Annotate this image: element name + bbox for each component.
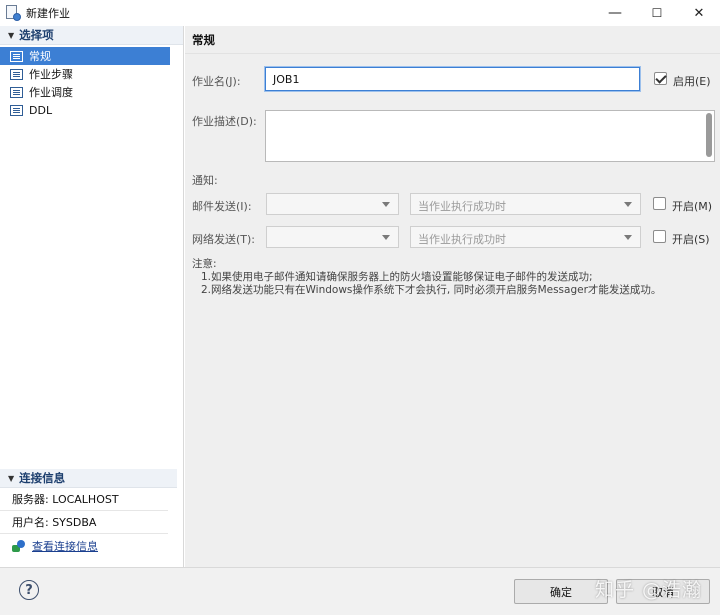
mail-condition-select[interactable]: 当作业执行成功时 bbox=[410, 193, 641, 215]
note-line-2: 2.网络发送功能只有在Windows操作系统下才会执行, 同时必须开启服务Mes… bbox=[201, 284, 662, 296]
textarea-scrollbar[interactable] bbox=[706, 113, 712, 157]
chevron-down-icon bbox=[382, 235, 390, 240]
sidebar-item-job-steps[interactable]: 作业步骤 bbox=[0, 65, 170, 83]
dialog-footer: ? 确定 取消 知乎 @浩瀚 bbox=[0, 567, 720, 615]
sidebar-item-label: 常规 bbox=[29, 50, 51, 63]
net-open-checkbox[interactable] bbox=[653, 230, 666, 243]
net-send-label: 网络发送(T): bbox=[192, 233, 256, 246]
connection-section-title: 连接信息 bbox=[19, 471, 66, 485]
chevron-down-icon bbox=[624, 202, 632, 207]
job-name-input[interactable]: JOB1 bbox=[265, 67, 640, 91]
mail-open-label: 开启(M) bbox=[672, 200, 713, 213]
sidebar-item-label: 作业步骤 bbox=[29, 68, 73, 81]
mail-operator-select[interactable] bbox=[266, 193, 399, 215]
minimize-button[interactable]: — bbox=[594, 0, 636, 26]
sidebar-item-job-schedule[interactable]: 作业调度 bbox=[0, 83, 170, 101]
list-icon bbox=[10, 86, 23, 98]
sidebar-item-label: DDL bbox=[29, 103, 53, 117]
sidebar: ▼ 选择项 常规 作业步骤 作业调度 DDL ▼ 连接信息 服务器: LOCAL… bbox=[0, 26, 184, 567]
sidebar-item-ddl[interactable]: DDL bbox=[0, 101, 170, 119]
note-title: 注意: bbox=[192, 258, 217, 270]
close-button[interactable]: ✕ bbox=[678, 0, 720, 26]
connection-section-header[interactable]: ▼ 连接信息 bbox=[0, 469, 177, 488]
options-tree: 常规 作业步骤 作业调度 DDL bbox=[0, 45, 183, 119]
job-name-value: JOB1 bbox=[273, 73, 300, 86]
window-controls: — ☐ ✕ bbox=[594, 0, 720, 26]
mail-send-label: 邮件发送(I): bbox=[192, 200, 252, 213]
main-panel: 常规 作业名(J): JOB1 启用(E) 作业描述(D): 通知: 邮件发送(… bbox=[185, 26, 720, 567]
job-app-icon bbox=[5, 5, 21, 21]
net-operator-select[interactable] bbox=[266, 226, 399, 248]
net-open-label: 开启(S) bbox=[672, 233, 710, 246]
enable-label: 启用(E) bbox=[673, 75, 711, 88]
list-icon bbox=[10, 50, 23, 62]
sidebar-item-general[interactable]: 常规 bbox=[0, 47, 170, 65]
net-condition-select[interactable]: 当作业执行成功时 bbox=[410, 226, 641, 248]
ok-button[interactable]: 确定 bbox=[514, 579, 608, 604]
user-info: 用户名: SYSDBA bbox=[0, 511, 168, 534]
sidebar-item-label: 作业调度 bbox=[29, 86, 73, 99]
job-name-label: 作业名(J): bbox=[192, 75, 241, 88]
view-connection-label: 查看连接信息 bbox=[32, 540, 98, 553]
options-section-header[interactable]: ▼ 选择项 bbox=[0, 26, 183, 45]
server-info: 服务器: LOCALHOST bbox=[0, 488, 168, 511]
notify-label: 通知: bbox=[192, 174, 218, 187]
connection-icon bbox=[12, 540, 26, 552]
mail-open-checkbox[interactable] bbox=[653, 197, 666, 210]
window-title: 新建作业 bbox=[26, 7, 70, 20]
enable-checkbox[interactable] bbox=[654, 72, 667, 85]
page-title: 常规 bbox=[185, 26, 720, 54]
chevron-down-icon bbox=[382, 202, 390, 207]
title-bar: 新建作业 — ☐ ✕ bbox=[0, 0, 720, 26]
list-icon bbox=[10, 104, 23, 116]
help-icon[interactable]: ? bbox=[19, 580, 39, 600]
job-desc-label: 作业描述(D): bbox=[192, 115, 257, 128]
collapse-triangle-icon: ▼ bbox=[8, 30, 15, 40]
chevron-down-icon bbox=[624, 235, 632, 240]
view-connection-link[interactable]: 查看连接信息 bbox=[0, 534, 184, 558]
list-icon bbox=[10, 68, 23, 80]
maximize-button[interactable]: ☐ bbox=[636, 0, 678, 26]
connection-info-panel: ▼ 连接信息 服务器: LOCALHOST 用户名: SYSDBA 查看连接信息 bbox=[0, 469, 184, 558]
options-section-title: 选择项 bbox=[19, 28, 54, 42]
note-line-1: 1.如果使用电子邮件通知请确保服务器上的防火墙设置能够保证电子邮件的发送成功; bbox=[201, 271, 593, 283]
net-condition-placeholder: 当作业执行成功时 bbox=[418, 233, 506, 246]
collapse-triangle-icon: ▼ bbox=[8, 473, 15, 483]
mail-condition-placeholder: 当作业执行成功时 bbox=[418, 200, 506, 213]
job-desc-textarea[interactable] bbox=[265, 110, 715, 162]
watermark-text: 知乎 @浩瀚 bbox=[594, 579, 702, 601]
